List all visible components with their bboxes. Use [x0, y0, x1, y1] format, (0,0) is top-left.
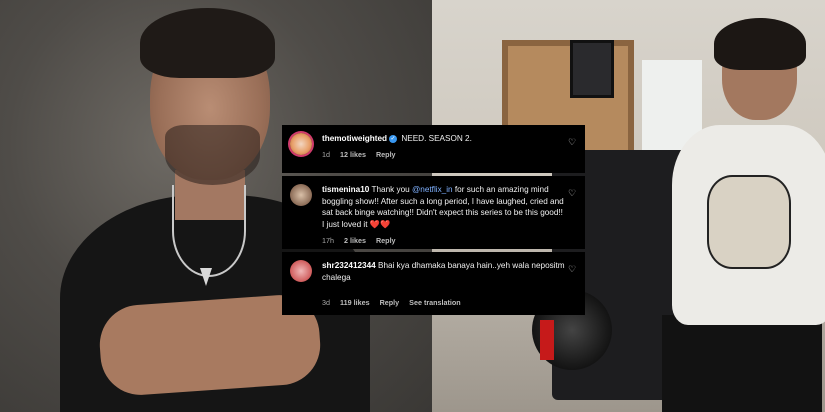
director-hair	[714, 18, 806, 70]
comment-meta: 1d 12 likes Reply	[322, 150, 404, 159]
comment-meta: 17h 2 likes Reply	[322, 236, 404, 245]
comment-item: shr232412344 Bhai kya dhamaka banaya hai…	[282, 252, 585, 315]
avatar[interactable]	[290, 260, 312, 282]
reply-button[interactable]: Reply	[380, 298, 400, 307]
comment-time: 1d	[322, 150, 330, 159]
comment-username[interactable]: tismenina10	[322, 185, 369, 194]
heart-outline-icon[interactable]: ♡	[567, 188, 577, 198]
comment-text: themotiweighted ✓ NEED. SEASON 2.	[322, 133, 565, 145]
shirt-graphic-print	[707, 175, 791, 269]
likes-count[interactable]: 2 likes	[344, 236, 366, 245]
comment-body: NEED. SEASON 2.	[401, 134, 472, 143]
likes-count[interactable]: 12 likes	[340, 150, 366, 159]
comment-text: shr232412344 Bhai kya dhamaka banaya hai…	[322, 260, 565, 283]
camera-red-accent	[540, 320, 554, 360]
likes-count[interactable]: 119 likes	[340, 298, 370, 307]
comment-item: themotiweighted ✓ NEED. SEASON 2. 1d 12 l…	[282, 125, 585, 173]
pendant	[200, 268, 212, 286]
reply-button[interactable]: Reply	[376, 236, 396, 245]
mention-link[interactable]: @netflix_in	[412, 185, 453, 194]
avatar[interactable]	[290, 133, 312, 155]
actor-beard	[165, 125, 260, 185]
comment-username[interactable]: shr232412344	[322, 261, 376, 270]
comment-text: tismenina10 Thank you @netflix_in for su…	[322, 184, 565, 230]
reply-button[interactable]: Reply	[376, 150, 396, 159]
necklace	[172, 185, 246, 277]
director-pants	[662, 315, 822, 412]
comment-time: 3d	[322, 298, 330, 307]
verified-badge-icon: ✓	[389, 134, 398, 143]
actor-hair	[140, 8, 275, 78]
avatar[interactable]	[290, 184, 312, 206]
camera-monitor	[570, 40, 614, 98]
comment-time: 17h	[322, 236, 334, 245]
heart-emoji: ❤️❤️	[369, 219, 391, 229]
comment-meta: 3d 119 likes Reply See translation	[322, 298, 469, 307]
comment-username[interactable]: themotiweighted	[322, 134, 387, 143]
comment-item: tismenina10 Thank you @netflix_in for su…	[282, 176, 585, 249]
heart-outline-icon[interactable]: ♡	[567, 137, 577, 147]
see-translation-link[interactable]: See translation	[409, 298, 461, 307]
comments-overlay: themotiweighted ✓ NEED. SEASON 2. 1d 12 l…	[282, 125, 585, 315]
comment-body-start: Thank you	[371, 185, 412, 194]
heart-outline-icon[interactable]: ♡	[567, 264, 577, 274]
